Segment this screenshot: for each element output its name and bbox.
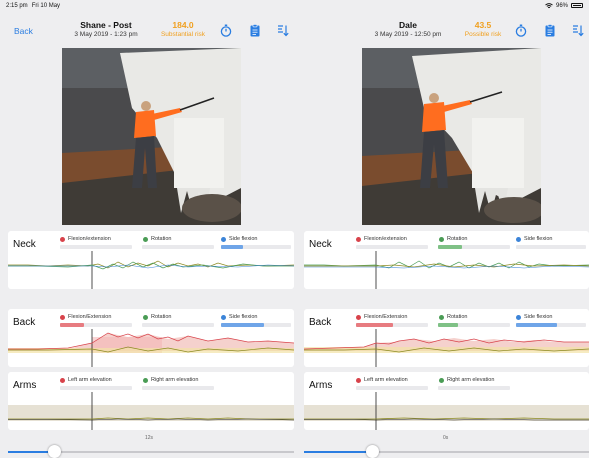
risk-bar [438, 386, 510, 390]
sort-icon[interactable] [572, 24, 584, 37]
risk-bar [516, 245, 586, 249]
slider-knob[interactable] [47, 445, 61, 458]
panel-title: Back [13, 317, 36, 328]
risk-bar [438, 323, 510, 327]
timeline-label: 12s [145, 435, 154, 441]
risk-bar [356, 323, 428, 327]
arms-panel: Arms Left arm elevation Right arm elevat… [8, 372, 294, 430]
arms-panel: Arms Left arm elevation Right arm elevat… [304, 372, 589, 430]
timeline-label: 0s [443, 435, 449, 441]
photo-scene [62, 48, 241, 225]
arms-angle-chart [8, 392, 294, 430]
sort-icon[interactable] [277, 24, 289, 37]
risk-score-value: 43.5 [474, 20, 492, 30]
risk-bar [60, 323, 132, 327]
legend-rotation[interactable]: Rotation [439, 236, 468, 242]
back-angle-chart [304, 329, 589, 367]
legend-flexion[interactable]: Flexion/extension [60, 236, 111, 242]
risk-bar [516, 323, 586, 327]
legend-left-arm[interactable]: Left arm elevation [356, 377, 408, 383]
legend-side-flexion[interactable]: Side flexion [516, 236, 552, 242]
status-right: 96% [545, 3, 583, 9]
legend-side-flexion[interactable]: Side flexion [221, 314, 257, 320]
back-panel: Back Flexion/Extension Rotation Side fle… [8, 309, 294, 367]
status-time: 2:15 pm [6, 2, 28, 9]
risk-bar [60, 386, 132, 390]
posture-photo [62, 48, 241, 225]
neck-panel: Neck Flexion/extension Rotation Side fle… [304, 231, 589, 289]
battery-percent: 96% [555, 2, 568, 9]
back-button[interactable]: Back [14, 26, 33, 36]
legend-flexion[interactable]: Flexion/Extension [60, 314, 111, 320]
wifi-icon [545, 2, 553, 8]
slider-fill [304, 451, 373, 453]
neck-panel: Neck Flexion/extension Rotation Side fle… [8, 231, 294, 289]
photo-scene [362, 48, 541, 225]
neck-angle-chart [8, 251, 294, 289]
legend-rotation[interactable]: Rotation [439, 314, 468, 320]
risk-score: 43.5 Possible risk [448, 20, 518, 38]
posture-photo [362, 48, 541, 225]
slider-fill [8, 451, 54, 453]
panel-title: Neck [309, 239, 332, 250]
back-angle-chart [8, 329, 294, 367]
back-panel: Back Flexion/Extension Rotation Side fle… [304, 309, 589, 367]
stopwatch-icon[interactable] [515, 24, 527, 37]
panel-title: Back [309, 317, 332, 328]
legend-side-flexion[interactable]: Side flexion [516, 314, 552, 320]
timeline-slider[interactable] [304, 445, 589, 458]
panel-title: Arms [309, 380, 333, 391]
legend-right-arm[interactable]: Right arm elevation [439, 377, 494, 383]
risk-score: 184.0 Substantial risk [148, 20, 218, 38]
battery-icon [571, 3, 583, 8]
clipboard-icon[interactable] [249, 24, 261, 37]
risk-bar [356, 245, 428, 249]
risk-bar [60, 245, 132, 249]
status-bar: 2:15 pm Fri 10 May 96% [0, 0, 589, 11]
arms-angle-chart [304, 392, 589, 430]
panel-title: Arms [13, 380, 37, 391]
clipboard-icon[interactable] [544, 24, 556, 37]
legend-side-flexion[interactable]: Side flexion [221, 236, 257, 242]
legend-left-arm[interactable]: Left arm elevation [60, 377, 112, 383]
risk-bar [142, 323, 214, 327]
neck-angle-chart [304, 251, 589, 289]
legend-flexion[interactable]: Flexion/extension [356, 236, 407, 242]
status-date: Fri 10 May [31, 2, 61, 9]
legend-flexion[interactable]: Flexion/Extension [356, 314, 407, 320]
risk-bar [221, 323, 291, 327]
stopwatch-icon[interactable] [220, 24, 232, 37]
timeline-slider[interactable] [8, 445, 294, 458]
risk-bar [142, 245, 214, 249]
legend-right-arm[interactable]: Right arm elevation [143, 377, 198, 383]
legend-rotation[interactable]: Rotation [143, 314, 172, 320]
panel-title: Neck [13, 239, 36, 250]
risk-bar [356, 386, 428, 390]
risk-level-label: Possible risk [464, 31, 502, 38]
risk-level-label: Substantial risk [160, 31, 206, 38]
legend-rotation[interactable]: Rotation [143, 236, 172, 242]
risk-bar [142, 386, 214, 390]
risk-score-value: 184.0 [172, 20, 194, 30]
slider-knob[interactable] [366, 445, 380, 458]
risk-bar [221, 245, 291, 249]
risk-bar [438, 245, 510, 249]
